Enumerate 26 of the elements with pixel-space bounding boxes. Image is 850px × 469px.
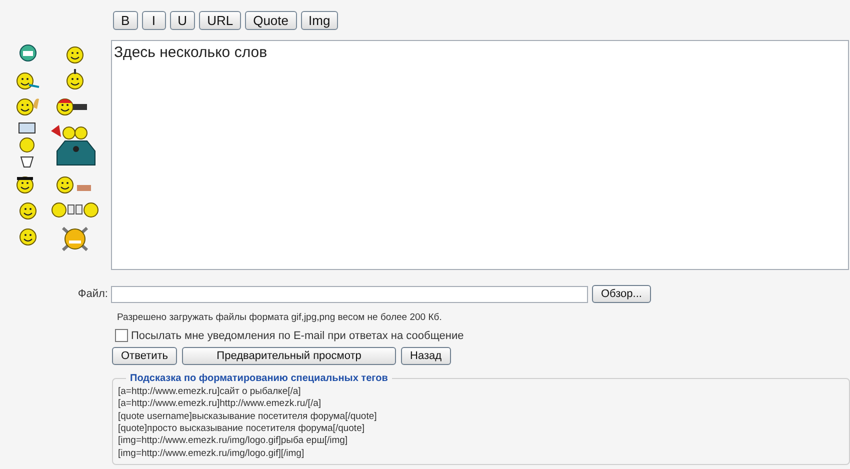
help-title: Подсказка по форматированию специальных тегов	[129, 373, 389, 384]
format-button[interactable]: U	[170, 11, 196, 30]
smiley-icon[interactable]	[65, 69, 85, 92]
action-button[interactable]: Ответить	[112, 347, 178, 366]
help-line: [a=http://www.emezk.ru]сайт о рыбалке[/a]	[118, 386, 302, 398]
smiley-icon[interactable]	[18, 43, 38, 64]
browse-button[interactable]: Обзор...	[592, 285, 651, 304]
help-line: [img=http://www.emezk.ru/img/logo.gif]рыба ерш[/img]	[118, 435, 349, 448]
notify-checkbox[interactable]	[115, 329, 128, 342]
notify-label: Посылать мне уведомления по E-mail при ответах на сообщение	[131, 330, 464, 342]
smiley-icon[interactable]	[60, 225, 90, 254]
format-button[interactable]: Img	[300, 11, 338, 30]
format-button[interactable]: URL	[199, 11, 242, 30]
message-field[interactable]: Здесь несколько слов	[111, 40, 849, 270]
format-button[interactable]: I	[142, 11, 166, 30]
help-line: [quote]просто высказывание посетителя форума[/quote]	[118, 423, 366, 436]
format-button[interactable]: B	[113, 11, 138, 30]
file-field[interactable]	[111, 286, 588, 303]
action-button[interactable]: Назад	[401, 347, 451, 366]
help-line: [a=http://www.emezk.ru]http://www.emezk.ru/[/a]	[118, 398, 322, 411]
help-line: [quote username]высказывание посетителя форума[/quote]	[118, 410, 378, 424]
file-label: Файл:	[76, 287, 109, 302]
upload-hint: Разрешено загружать файлы формата gif,jpg,png весом не более 200 Кб.	[116, 311, 443, 324]
help-line: [img=http://www.emezk.ru/img/logo.gif][/img]	[118, 448, 306, 460]
format-button[interactable]: Quote	[245, 11, 296, 30]
action-button[interactable]: Предварительный просмотр	[182, 347, 396, 366]
